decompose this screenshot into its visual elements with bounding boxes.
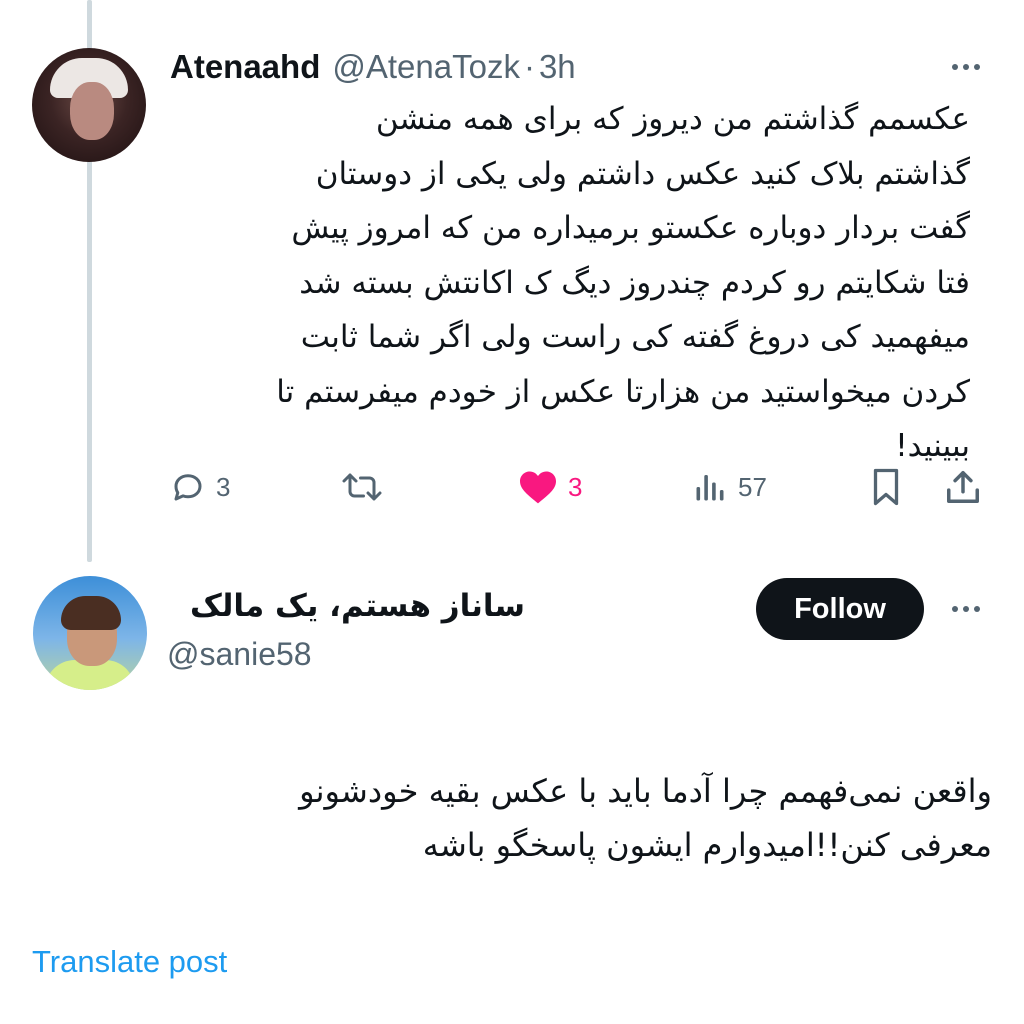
like-count: 3: [568, 471, 583, 502]
author-display-name[interactable]: ساناز هستم، یک مالک: [165, 588, 525, 634]
tweet-text: عکسمم گذاشتم من دیروز که برای همه منشن گ…: [190, 92, 970, 474]
tweet-actions-bar: 3 3 57: [170, 462, 990, 512]
avatar[interactable]: [33, 576, 147, 690]
tweet-text-line: عکسمم گذاشتم من دیروز که برای همه منشن: [375, 101, 970, 137]
avatar[interactable]: [32, 48, 146, 162]
views-button[interactable]: 57: [692, 462, 767, 512]
reply-icon: [174, 474, 202, 501]
tweet-timestamp[interactable]: 3h: [539, 48, 576, 86]
tweet-text-line: گذاشتم بلاک کنید عکس داشتم ولی یکی از دو…: [315, 155, 970, 192]
more-dot: [952, 606, 958, 612]
reply-count: 3: [216, 471, 231, 502]
heart-icon: [520, 471, 556, 504]
like-button[interactable]: 3: [518, 462, 582, 512]
translate-post-link[interactable]: Translate post: [32, 944, 227, 980]
bookmark-icon: [873, 468, 899, 506]
share-icon: [947, 471, 979, 503]
follow-button[interactable]: Follow: [756, 578, 924, 640]
more-icon[interactable]: [952, 606, 980, 612]
tweet-text-line: میفهمید کی دروغ گفته کی راست ولی اگر شما…: [300, 319, 970, 355]
tweet-text-line: واقعن نمی‌فهمم چرا آدما باید با عکس بقیه…: [299, 772, 992, 810]
tweet-text-line: کردن میخواستید من هزارتا عکس از خودم میف…: [276, 373, 970, 410]
avatar-face: [70, 82, 114, 140]
author-handle[interactable]: @AtenaTozk: [332, 48, 520, 86]
repost-icon: [342, 473, 382, 501]
tweet-text-line: گفت بردار دوباره عکستو برمیداره من که ام…: [291, 210, 970, 246]
views-count: 57: [738, 471, 767, 502]
more-icon[interactable]: [952, 64, 980, 70]
tweet-text: واقعن نمی‌فهمم چرا آدما باید با عکس بقیه…: [60, 764, 992, 872]
thread-view: Atenaahd @AtenaTozk · 3h عکسمم گذاشتم من…: [0, 0, 1024, 1024]
author-display-name[interactable]: Atenaahd: [170, 48, 320, 86]
more-dot: [952, 64, 958, 70]
bookmark-button[interactable]: [868, 462, 904, 512]
author-handle[interactable]: @sanie58: [167, 636, 312, 673]
more-dot: [963, 606, 969, 612]
more-dot: [974, 606, 980, 612]
reply-button[interactable]: 3: [170, 462, 230, 512]
share-button[interactable]: [944, 462, 982, 512]
repost-button[interactable]: [340, 462, 394, 512]
more-dot: [974, 64, 980, 70]
more-dot: [963, 64, 969, 70]
views-icon: [696, 475, 724, 501]
avatar-hair: [61, 596, 121, 630]
tweet-header: Atenaahd @AtenaTozk · 3h: [170, 44, 576, 90]
tweet-text-line: معرفی کنن!!امیدوارم ایشون پاسخگو باشه: [422, 826, 992, 864]
header-separator: ·: [523, 48, 535, 85]
tweet-text-line: فتا شکایتم رو کردم چندروز دیگ ک اکانتش ب…: [299, 264, 970, 301]
